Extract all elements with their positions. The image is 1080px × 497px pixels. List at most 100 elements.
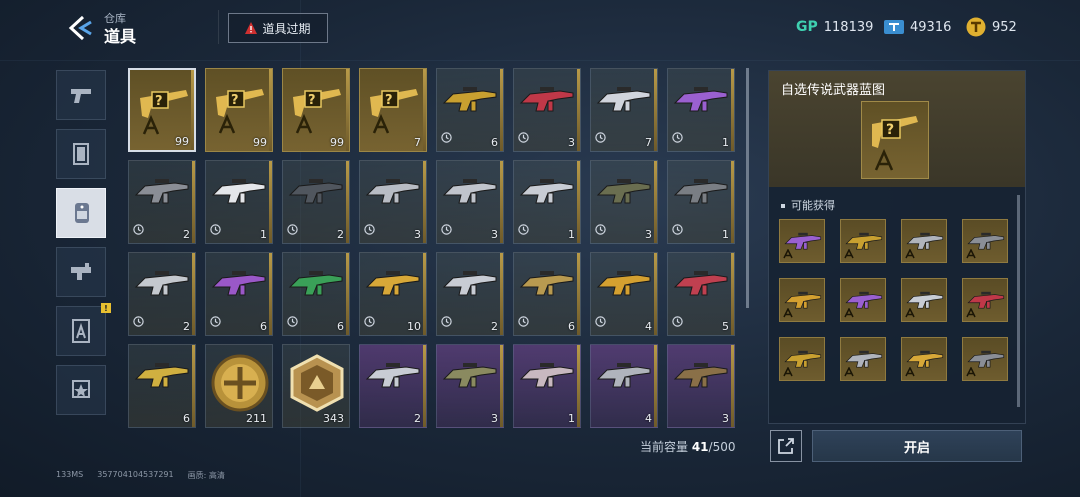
inventory-slot[interactable]: 6 — [205, 252, 273, 336]
inventory-slot[interactable]: 6 — [282, 252, 350, 336]
inventory-slot[interactable]: 5 — [667, 252, 735, 336]
item-quantity: 6 — [568, 320, 575, 333]
inventory-slot[interactable]: 10 — [359, 252, 427, 336]
inventory-slot[interactable]: ? 99 — [282, 68, 350, 152]
reward-item[interactable] — [962, 337, 1008, 381]
inventory-slot[interactable]: 3 — [513, 68, 581, 152]
inventory-slot[interactable]: 7 — [590, 68, 658, 152]
rarity-edge — [654, 161, 657, 243]
item-art — [672, 261, 732, 311]
sidebar-attachments[interactable] — [56, 247, 106, 297]
rarity-edge — [577, 345, 580, 427]
inventory-scrollbar[interactable] — [746, 68, 749, 308]
sidebar-skins[interactable] — [56, 129, 106, 179]
inventory-slot[interactable]: 2 — [282, 160, 350, 244]
inventory-slot[interactable]: 1 — [667, 160, 735, 244]
reward-item[interactable] — [779, 278, 825, 322]
weapon-icon — [596, 271, 651, 296]
rarity-edge — [577, 161, 580, 243]
reward-item[interactable] — [901, 278, 947, 322]
inventory-slot[interactable]: 3 — [436, 344, 504, 428]
currency-ticket-value: 49316 — [910, 19, 952, 35]
inventory-slot[interactable]: 2 — [436, 252, 504, 336]
item-art: ? — [210, 77, 270, 134]
inventory-slot[interactable]: ? 99 — [205, 68, 273, 152]
inventory-slot[interactable]: 4 — [590, 344, 658, 428]
reward-item[interactable] — [901, 219, 947, 263]
inventory-slot[interactable]: 6 — [128, 344, 196, 428]
inventory-slot[interactable]: 4 — [590, 252, 658, 336]
inventory-slot[interactable]: 3 — [436, 160, 504, 244]
weapon-icon — [442, 87, 497, 112]
timer-icon — [210, 316, 221, 327]
share-button[interactable] — [770, 430, 802, 462]
card-icon — [73, 143, 89, 165]
inventory-slot[interactable]: 6 — [436, 68, 504, 152]
inventory-slot[interactable]: 211 — [205, 344, 273, 428]
item-art — [364, 353, 424, 403]
reward-item[interactable] — [840, 337, 886, 381]
sidebar-blueprints[interactable]: ! — [56, 303, 111, 356]
sidebar-weapons[interactable] — [56, 70, 106, 120]
rarity-edge — [191, 70, 194, 150]
rarity-edge — [731, 69, 734, 151]
svg-text:?: ? — [385, 93, 393, 108]
inventory-slot[interactable]: 1 — [513, 344, 581, 428]
weapon-icon — [519, 87, 574, 112]
blueprint-icon: ? — [140, 90, 188, 135]
reward-item[interactable] — [840, 278, 886, 322]
timer-icon — [518, 224, 529, 235]
item-art — [518, 353, 578, 403]
weapon-icon — [596, 363, 651, 388]
rarity-edge — [500, 161, 503, 243]
timer-icon — [672, 132, 683, 143]
inventory-slot[interactable]: ? 7 — [359, 68, 427, 152]
inventory-slot[interactable]: 1 — [205, 160, 273, 244]
reward-item[interactable] — [779, 337, 825, 381]
expired-items-button[interactable]: 道具过期 — [228, 13, 328, 43]
blueprint-mark-icon — [844, 308, 854, 318]
rarity-edge — [269, 253, 272, 335]
rarity-edge — [500, 345, 503, 427]
inventory-slot[interactable]: 1 — [667, 68, 735, 152]
reward-item[interactable] — [779, 219, 825, 263]
reward-item[interactable] — [840, 219, 886, 263]
inventory-slot[interactable]: 3 — [667, 344, 735, 428]
inventory-slot[interactable]: 2 — [128, 160, 196, 244]
sidebar-items[interactable] — [56, 188, 106, 238]
inventory-slot[interactable]: 2 — [128, 252, 196, 336]
quality-text: 画质: 高清 — [187, 471, 225, 480]
inventory-slot[interactable]: 3 — [590, 160, 658, 244]
item-art: ? — [287, 77, 347, 134]
blueprint-mark-icon — [966, 367, 976, 377]
open-button[interactable]: 开启 — [812, 430, 1022, 462]
item-quantity: 1 — [722, 228, 729, 241]
inventory-slot[interactable]: 343 — [282, 344, 350, 428]
inventory-slot[interactable]: 6 — [513, 252, 581, 336]
inventory-slot[interactable]: 2 — [359, 344, 427, 428]
inventory-slot[interactable]: 3 — [359, 160, 427, 244]
timer-icon — [364, 316, 375, 327]
reward-item[interactable] — [901, 337, 947, 381]
back-button[interactable] — [62, 12, 98, 44]
item-quantity: 10 — [407, 320, 421, 333]
pistol-icon — [71, 89, 91, 103]
inventory-slot[interactable]: ? 99 — [128, 68, 196, 152]
timer-badge — [364, 312, 375, 331]
sidebar-badges[interactable] — [56, 365, 106, 415]
item-art — [595, 261, 655, 311]
timer-badge — [133, 220, 144, 239]
rarity-edge — [423, 161, 426, 243]
detail-scrollbar[interactable] — [1017, 195, 1020, 407]
timer-badge — [672, 128, 683, 147]
svg-text:?: ? — [308, 93, 316, 108]
detail-item-preview: ? — [861, 101, 929, 179]
item-art — [441, 77, 501, 127]
item-art — [441, 261, 501, 311]
reward-item[interactable] — [962, 219, 1008, 263]
rarity-edge — [577, 253, 580, 335]
rarity-edge — [577, 69, 580, 151]
reward-item[interactable] — [962, 278, 1008, 322]
item-art — [364, 261, 424, 311]
inventory-slot[interactable]: 1 — [513, 160, 581, 244]
